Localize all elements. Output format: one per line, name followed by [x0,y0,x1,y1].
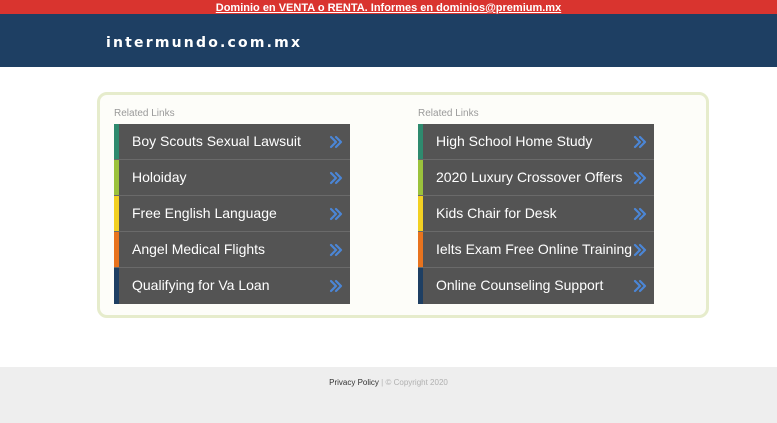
link-color-stripe [114,124,119,159]
double-chevron-right-icon [329,207,343,221]
double-chevron-right-icon [329,243,343,257]
link-color-stripe [418,268,423,304]
link-color-stripe [114,196,119,231]
double-chevron-right-icon [329,135,343,149]
double-chevron-right-icon [633,243,647,257]
related-link[interactable]: Ielts Exam Free Online Training [418,232,654,268]
domain-sale-link[interactable]: Dominio en VENTA o RENTA. Informes en do… [216,2,561,14]
related-link-label: Free English Language [132,205,277,221]
footer: Privacy Policy | © Copyright 2020 [0,367,777,423]
site-name: intermundo.com.mx [106,35,303,51]
related-links-panel: Related Links Boy Scouts Sexual Lawsuit H… [97,92,709,318]
related-link-label: 2020 Luxury Crossover Offers [436,169,623,185]
related-link-label: High School Home Study [436,133,593,149]
related-link[interactable]: Angel Medical Flights [114,232,350,268]
double-chevron-right-icon [633,207,647,221]
link-color-stripe [418,196,423,231]
related-link-label: Ielts Exam Free Online Training [436,241,633,257]
double-chevron-right-icon [329,279,343,293]
related-link[interactable]: 2020 Luxury Crossover Offers [418,160,654,196]
site-header: intermundo.com.mx [0,14,777,67]
column-title: Related Links [114,108,175,119]
link-color-stripe [114,232,119,267]
link-color-stripe [418,160,423,195]
footer-line: Privacy Policy | © Copyright 2020 [0,367,777,387]
double-chevron-right-icon [633,135,647,149]
related-link-label: Qualifying for Va Loan [132,277,270,293]
related-link[interactable]: Kids Chair for Desk [418,196,654,232]
domain-sale-banner: Dominio en VENTA o RENTA. Informes en do… [0,0,777,14]
link-color-stripe [418,124,423,159]
related-link-label: Holoiday [132,169,187,185]
related-link-label: Boy Scouts Sexual Lawsuit [132,133,301,149]
copyright-text: © Copyright 2020 [385,378,448,387]
related-link-label: Online Counseling Support [436,277,604,293]
privacy-policy-link[interactable]: Privacy Policy [329,378,379,387]
related-link[interactable]: High School Home Study [418,124,654,160]
double-chevron-right-icon [329,171,343,185]
double-chevron-right-icon [633,171,647,185]
column-title: Related Links [418,108,479,119]
related-link-label: Angel Medical Flights [132,241,266,257]
link-color-stripe [418,232,423,267]
related-link-label: Kids Chair for Desk [436,205,557,221]
double-chevron-right-icon [633,279,647,293]
related-link[interactable]: Qualifying for Va Loan [114,268,350,304]
related-links-column-right: Related Links High School Home Study 2020… [418,107,654,304]
link-color-stripe [114,160,119,195]
link-color-stripe [114,268,119,304]
related-link[interactable]: Online Counseling Support [418,268,654,304]
related-links-column-left: Related Links Boy Scouts Sexual Lawsuit H… [114,107,350,304]
related-link[interactable]: Boy Scouts Sexual Lawsuit [114,124,350,160]
related-link[interactable]: Holoiday [114,160,350,196]
related-link[interactable]: Free English Language [114,196,350,232]
